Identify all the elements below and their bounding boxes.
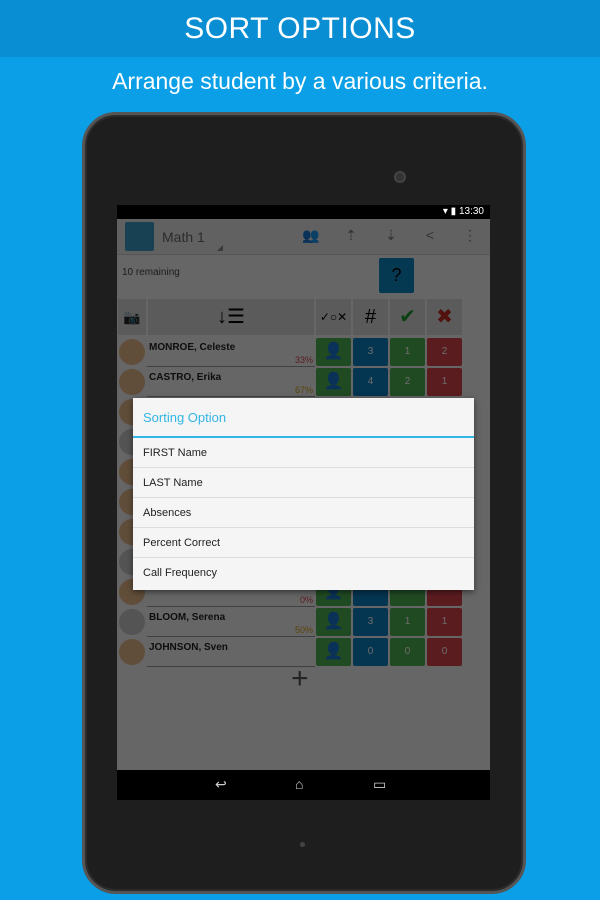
percent-correct: 67% <box>294 385 313 395</box>
call-student-button[interactable]: 👤 <box>316 338 351 366</box>
upload-icon[interactable]: ⇡ <box>341 227 361 244</box>
call-student-button[interactable]: 👤 <box>316 368 351 396</box>
call-student-button[interactable]: 👤 <box>316 638 351 666</box>
avatar <box>119 609 145 635</box>
nav-bar: ↩ ⌂ ▭ <box>117 770 490 800</box>
share-icon[interactable]: < <box>420 227 440 243</box>
banner-title: SORT OPTIONS <box>0 0 600 57</box>
student-row[interactable]: MONROE, Celeste 33% 👤 3 1 2 <box>117 337 490 367</box>
status-bar: ▾ ▮ 13:30 <box>117 205 490 219</box>
attendance-header[interactable]: ✓○✕ <box>316 299 351 335</box>
sort-option-percent-correct[interactable]: Percent Correct <box>133 528 474 558</box>
sort-option-first-name[interactable]: FIRST Name <box>133 438 474 468</box>
wrong-count[interactable]: 1 <box>427 368 462 396</box>
sort-option-absences[interactable]: Absences <box>133 498 474 528</box>
add-student-button[interactable]: + <box>291 662 309 696</box>
correct-count[interactable]: 1 <box>390 338 425 366</box>
app-screen: ▾ ▮ 13:30 Math 1 👥 ⇡ ⇣ < ⋮ 10 remaining … <box>117 205 490 800</box>
percent-correct: 50% <box>294 625 313 635</box>
random-student-button[interactable]: ? <box>379 258 414 293</box>
call-count[interactable]: 0 <box>353 638 388 666</box>
wrong-count[interactable]: 1 <box>427 608 462 636</box>
wrong-count[interactable]: 0 <box>427 638 462 666</box>
correct-count[interactable]: 2 <box>390 368 425 396</box>
wrong-header[interactable]: ✖ <box>427 299 462 335</box>
correct-header[interactable]: ✔ <box>390 299 425 335</box>
banner-subtitle: Arrange student by a various criteria. <box>112 68 488 94</box>
dialog-title: Sorting Option <box>133 398 474 438</box>
camera-header-button[interactable]: 📷 <box>118 299 146 335</box>
student-name: MONROE, Celeste <box>149 342 236 353</box>
call-student-button[interactable]: 👤 <box>316 608 351 636</box>
back-icon[interactable]: ↩ <box>215 776 227 793</box>
avatar <box>119 339 145 365</box>
student-name: BLOOM, Serena <box>149 612 226 623</box>
class-spinner[interactable]: Math 1 <box>162 229 205 245</box>
divider <box>147 666 315 667</box>
avatar <box>119 639 145 665</box>
status-time: 13:30 <box>458 206 484 217</box>
student-row[interactable]: CASTRO, Erika 67% 👤 4 2 1 <box>117 367 490 397</box>
percent-correct: 33% <box>294 355 313 365</box>
student-name: JOHNSON, Sven <box>149 642 228 653</box>
recents-icon[interactable]: ▭ <box>373 776 386 793</box>
camera-icon <box>394 171 406 183</box>
correct-count[interactable]: 1 <box>390 608 425 636</box>
sensor-dot <box>300 842 305 847</box>
remaining-count: 10 remaining <box>122 267 180 278</box>
student-row[interactable]: BLOOM, Serena 50% 👤 3 1 1 <box>117 607 490 637</box>
download-icon[interactable]: ⇣ <box>381 227 401 244</box>
wrong-count[interactable]: 2 <box>427 338 462 366</box>
avatar <box>119 369 145 395</box>
correct-count[interactable]: 0 <box>390 638 425 666</box>
number-header[interactable]: # <box>353 299 388 335</box>
call-count[interactable]: 3 <box>353 338 388 366</box>
call-count[interactable]: 4 <box>353 368 388 396</box>
student-name: CASTRO, Erika <box>149 372 222 383</box>
overflow-menu-icon[interactable]: ⋮ <box>460 227 480 244</box>
action-bar: Math 1 👥 ⇡ ⇣ < ⋮ <box>117 219 490 255</box>
sort-option-call-frequency[interactable]: Call Frequency <box>133 558 474 588</box>
app-logo[interactable] <box>125 222 154 251</box>
group-icon[interactable]: 👥 <box>301 227 321 244</box>
sorting-dialog: Sorting Option FIRST Name LAST Name Abse… <box>133 398 474 590</box>
sort-button[interactable]: ↓☰ <box>148 299 314 335</box>
dropdown-icon <box>217 245 223 251</box>
percent-correct: 0% <box>299 595 313 605</box>
home-icon[interactable]: ⌂ <box>295 776 303 792</box>
call-count[interactable]: 3 <box>353 608 388 636</box>
sort-option-last-name[interactable]: LAST Name <box>133 468 474 498</box>
